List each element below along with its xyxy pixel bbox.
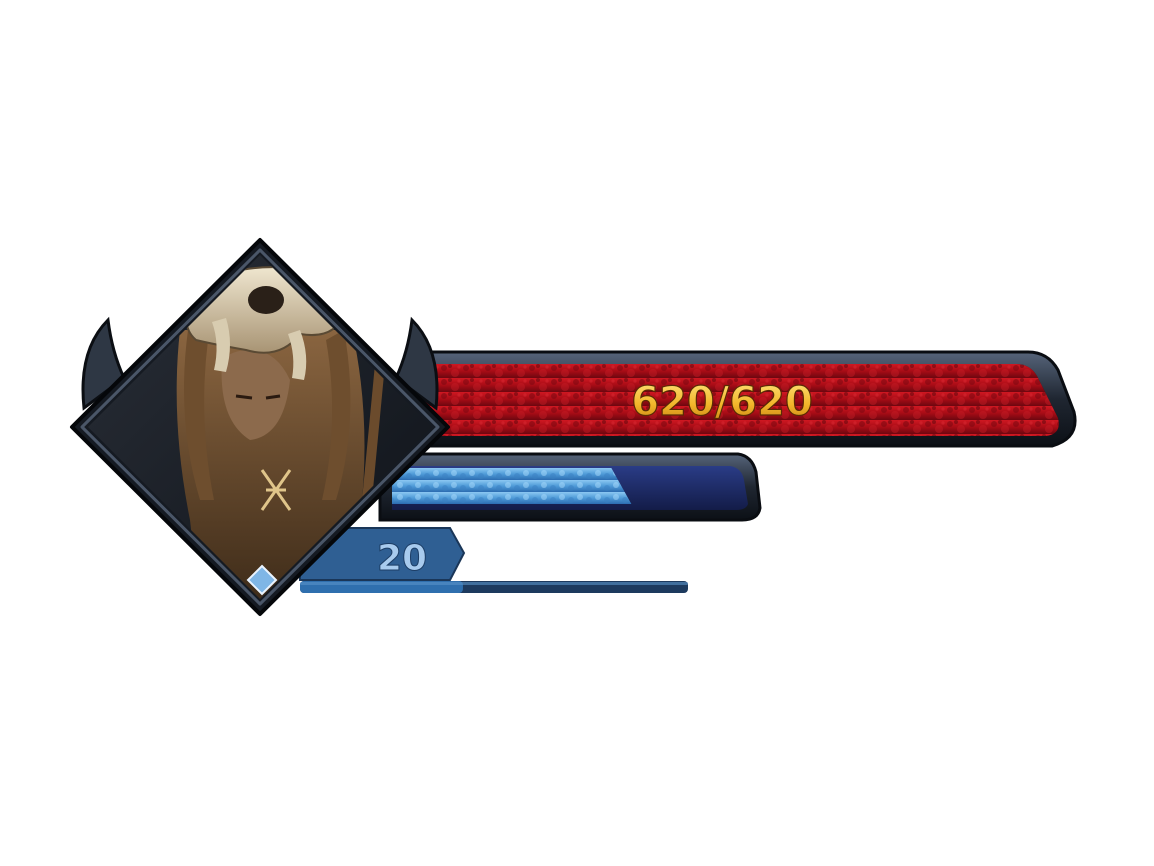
player-unit-frame: 620/620 20: [70, 238, 1077, 616]
hud-stage: 620/620 20: [0, 0, 1154, 866]
health-value-text: 620/620: [631, 379, 813, 425]
experience-bar-highlight: [300, 582, 688, 585]
health-bar: 620/620: [408, 350, 1077, 448]
mana-bar-fill: [392, 468, 632, 504]
mana-bar: [378, 452, 762, 522]
level-value-text: 20: [377, 538, 427, 579]
experience-bar: [300, 581, 688, 593]
